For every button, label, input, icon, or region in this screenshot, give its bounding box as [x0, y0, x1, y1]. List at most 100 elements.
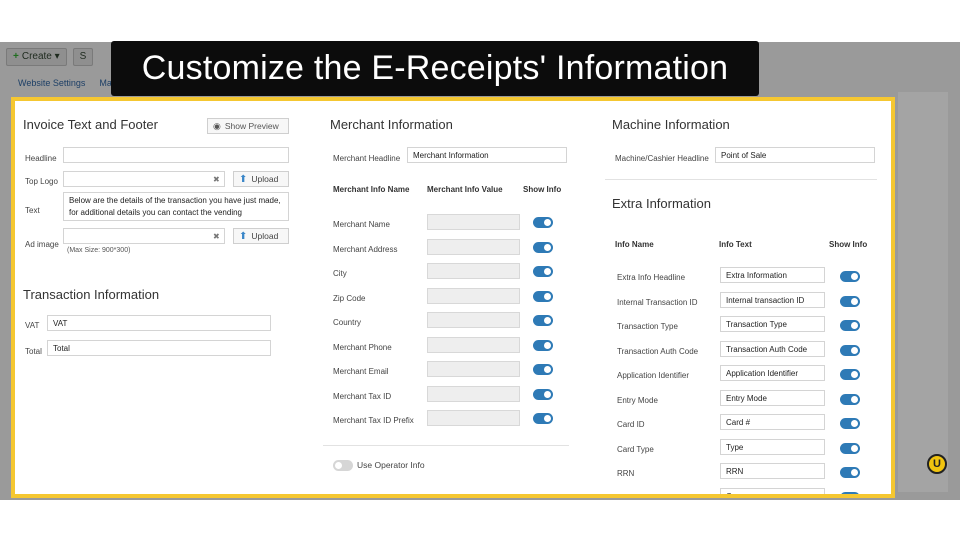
- plus-icon: +: [13, 51, 19, 62]
- merchant-row-value-input[interactable]: [427, 385, 520, 402]
- ad-image-size-note: (Max Size: 900*300): [67, 247, 131, 254]
- receipt-text-area[interactable]: Below are the details of the transaction…: [63, 192, 289, 221]
- transaction-title: Transaction Information: [23, 287, 160, 302]
- extra-row-label: Transaction Auth Code: [617, 346, 699, 356]
- u-logo-badge[interactable]: U: [927, 454, 947, 474]
- machine-column: Machine Information Machine/Cashier Head…: [605, 101, 880, 494]
- ad-image-input[interactable]: [63, 228, 225, 244]
- merchant-row-show-toggle[interactable]: [533, 388, 553, 400]
- upload-label: Upload: [251, 231, 279, 241]
- merchant-row-label: Merchant Name: [333, 220, 390, 229]
- extra-row-text-input[interactable]: Card #: [720, 414, 825, 430]
- merchant-row-value-input[interactable]: [427, 410, 520, 426]
- extra-row-show-toggle[interactable]: [840, 369, 860, 380]
- use-operator-label: Use Operator Info: [357, 460, 425, 470]
- clear-icon[interactable]: ✖: [213, 232, 220, 241]
- tab-second[interactable]: Ma: [99, 78, 112, 88]
- clear-icon[interactable]: ✖: [213, 175, 220, 184]
- extra-row-label: Currency: [617, 493, 650, 498]
- vat-label: VAT: [25, 321, 40, 330]
- tab-website-settings[interactable]: Website Settings: [18, 78, 85, 88]
- merchant-title: Merchant Information: [330, 117, 453, 132]
- extra-row-show-toggle[interactable]: [840, 491, 860, 494]
- invoice-title: Invoice Text and Footer: [23, 117, 158, 132]
- merchant-col-show-header: Show Info: [523, 185, 562, 194]
- extra-row-show-toggle[interactable]: [840, 467, 860, 478]
- machine-headline-label: Machine/Cashier Headline: [615, 154, 709, 163]
- merchant-row-show-toggle[interactable]: [533, 266, 553, 277]
- merchant-row-value-input[interactable]: [427, 361, 520, 377]
- eye-icon: ◉: [213, 121, 221, 131]
- total-input[interactable]: Total: [47, 340, 271, 356]
- merchant-row-value-input[interactable]: [427, 238, 520, 255]
- top-logo-label: Top Logo: [25, 177, 58, 186]
- extra-row-text-input[interactable]: Entry Mode: [720, 389, 825, 406]
- toolbar-button-2[interactable]: S: [72, 48, 94, 66]
- extra-row-text-input[interactable]: Currency: [720, 487, 825, 494]
- ad-image-upload-button[interactable]: ⬆ Upload: [233, 228, 289, 244]
- extra-title: Extra Information: [612, 196, 711, 211]
- extra-row-text-input[interactable]: Internal transaction ID: [720, 291, 825, 308]
- merchant-headline-label: Merchant Headline: [333, 154, 401, 163]
- extra-row-show-toggle[interactable]: [840, 295, 860, 307]
- extra-col-text-header: Info Text: [719, 240, 752, 249]
- extra-row-show-toggle[interactable]: [840, 320, 860, 331]
- extra-row-text-input[interactable]: Application Identifier: [720, 365, 825, 381]
- nav-tabs: Website Settings Ma: [18, 78, 112, 88]
- merchant-row-show-toggle[interactable]: [533, 315, 553, 326]
- merchant-row-show-toggle[interactable]: [533, 217, 553, 228]
- extra-row-text-input[interactable]: Transaction Auth Code: [720, 340, 825, 357]
- headline-label: Headline: [25, 154, 57, 163]
- upload-icon: ⬆: [239, 231, 248, 242]
- merchant-headline-input[interactable]: Merchant Information: [407, 147, 567, 163]
- vat-input[interactable]: VAT: [47, 315, 271, 331]
- extra-row-show-toggle[interactable]: [840, 271, 860, 282]
- merchant-row-show-toggle[interactable]: [533, 241, 553, 253]
- create-button[interactable]: + Create ▾: [6, 48, 67, 66]
- extra-row-show-toggle[interactable]: [840, 344, 860, 356]
- upload-icon: ⬆: [239, 174, 248, 185]
- merchant-row-show-toggle[interactable]: [533, 290, 553, 302]
- merchant-row-show-toggle[interactable]: [533, 339, 553, 351]
- headline-input[interactable]: [63, 147, 289, 163]
- merchant-row-value-input[interactable]: [427, 287, 520, 304]
- merchant-row-label: City: [333, 269, 347, 278]
- merchant-row-label: Merchant Tax ID: [333, 391, 392, 401]
- merchant-row-label: Merchant Address: [333, 244, 398, 254]
- show-preview-button[interactable]: ◉ Show Preview: [207, 118, 289, 134]
- merchant-row-show-toggle[interactable]: [533, 364, 553, 375]
- create-label: Create: [21, 51, 52, 62]
- merchant-row-value-input[interactable]: [427, 214, 520, 230]
- extra-row-label: Application Identifier: [617, 371, 690, 380]
- merchant-column: Merchant Information Merchant Headline M…: [323, 101, 575, 494]
- extra-row-show-toggle[interactable]: [840, 442, 860, 454]
- extra-row-text-input[interactable]: RRN: [720, 463, 825, 479]
- merchant-row-label: Zip Code: [333, 293, 366, 303]
- merchant-row-value-input[interactable]: [427, 336, 520, 353]
- extra-row-label: Card ID: [617, 420, 645, 429]
- merchant-row-label: Merchant Tax ID Prefix: [333, 416, 414, 425]
- machine-title: Machine Information: [612, 117, 730, 132]
- top-logo-upload-button[interactable]: ⬆ Upload: [233, 171, 289, 187]
- screen: + Create ▾ S Website Settings Ma U Custom…: [0, 0, 960, 540]
- extra-row-text-input[interactable]: Transaction Type: [720, 316, 825, 332]
- extra-row-label: Extra Info Headline: [617, 273, 686, 282]
- merchant-row-show-toggle[interactable]: [533, 413, 553, 424]
- merchant-row-value-input[interactable]: [427, 312, 520, 328]
- invoice-column: Invoice Text and Footer ◉ Show Preview He…: [23, 101, 298, 494]
- machine-headline-input[interactable]: Point of Sale: [715, 147, 875, 163]
- merchant-row-value-input[interactable]: [427, 263, 520, 279]
- extra-row-show-toggle[interactable]: [840, 393, 860, 405]
- extra-row-text-input[interactable]: Type: [720, 438, 825, 455]
- merchant-row-label: Country: [333, 318, 362, 327]
- extra-row-show-toggle[interactable]: [840, 418, 860, 429]
- upload-label: Upload: [251, 174, 279, 184]
- use-operator-toggle[interactable]: [333, 460, 353, 471]
- extra-col-show-header: Show Info: [829, 240, 868, 249]
- merchant-row-label: Merchant Phone: [333, 342, 392, 352]
- extra-row-text-input[interactable]: Extra Information: [720, 267, 825, 283]
- top-logo-input[interactable]: [63, 171, 225, 187]
- extra-row-label: Internal Transaction ID: [617, 297, 698, 307]
- total-label: Total: [25, 347, 42, 356]
- extra-row-label: Transaction Type: [617, 322, 678, 331]
